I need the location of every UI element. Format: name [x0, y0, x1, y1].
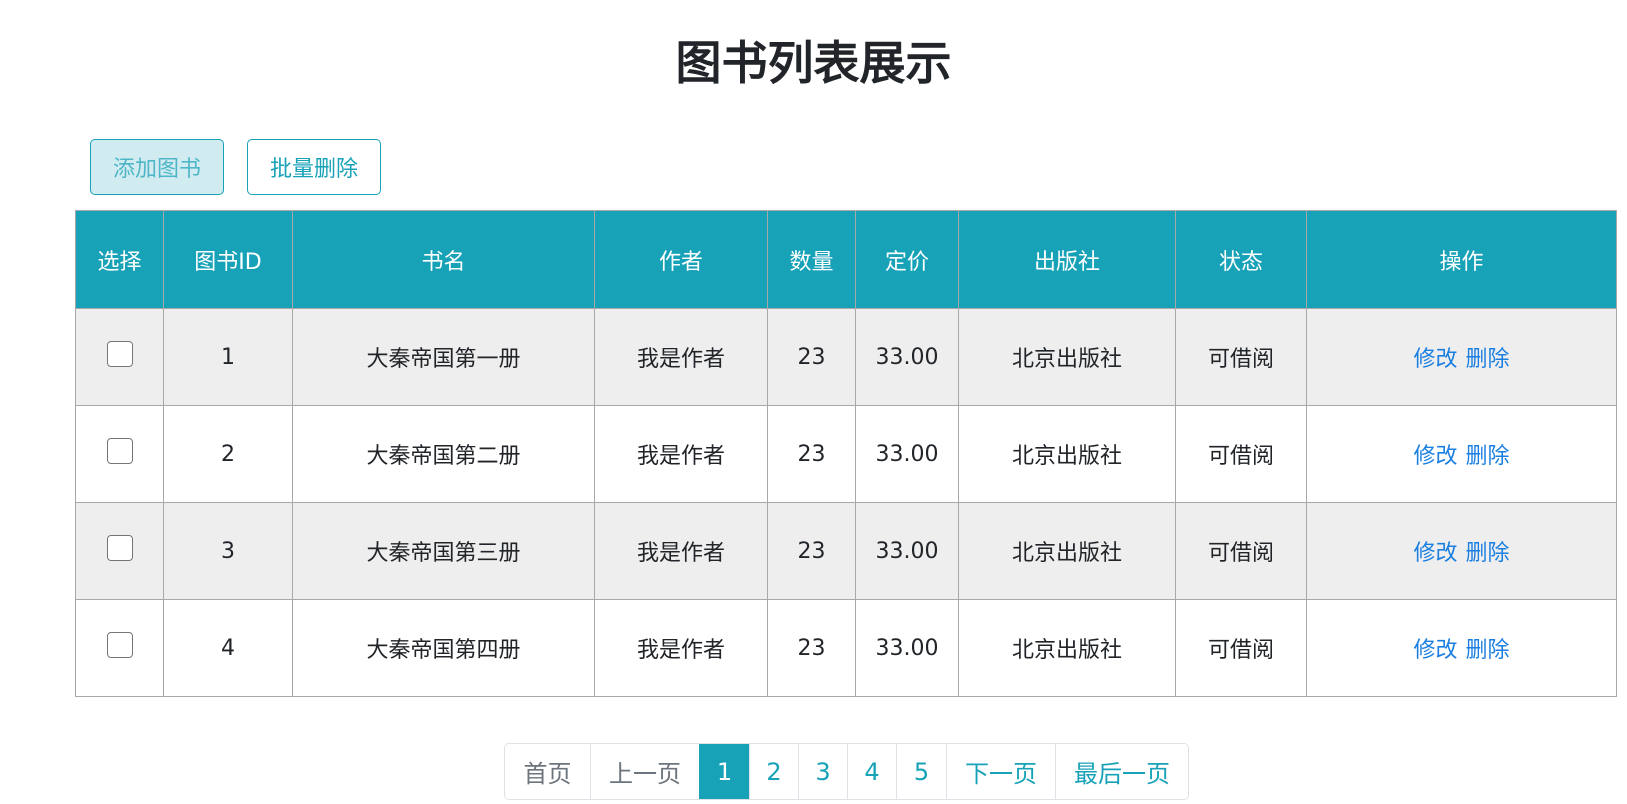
count-cell: 23 — [767, 405, 856, 503]
header-select: 选择 — [75, 210, 164, 309]
select-cell — [75, 405, 164, 503]
pagination: 首页 上一页 1 2 3 4 5 下一页 最后一页 — [504, 743, 1189, 800]
publisher-cell: 北京出版社 — [958, 502, 1176, 600]
status-cell: 可借阅 — [1175, 502, 1307, 600]
select-cell — [75, 502, 164, 600]
edit-link[interactable]: 修改 — [1413, 541, 1457, 566]
table-row: 3 大秦帝国第三册 我是作者 23 33.00 北京出版社 可借阅 修改 删除 — [75, 502, 1617, 600]
select-cell — [75, 308, 164, 406]
status-cell: 可借阅 — [1175, 405, 1307, 503]
add-book-button[interactable]: 添加图书 — [90, 139, 224, 195]
table-row: 4 大秦帝国第四册 我是作者 23 33.00 北京出版社 可借阅 修改 删除 — [75, 599, 1617, 697]
price-cell: 33.00 — [855, 502, 959, 600]
row-checkbox[interactable] — [106, 341, 133, 367]
header-count: 数量 — [767, 210, 856, 309]
pagination-page-2[interactable]: 2 — [749, 744, 798, 799]
price-cell: 33.00 — [855, 405, 959, 503]
header-actions: 操作 — [1306, 210, 1617, 309]
edit-link[interactable]: 修改 — [1413, 347, 1457, 372]
price-cell: 33.00 — [855, 599, 959, 697]
actions-cell: 修改 删除 — [1306, 502, 1617, 600]
book-name-cell: 大秦帝国第二册 — [292, 405, 595, 503]
table-row: 1 大秦帝国第一册 我是作者 23 33.00 北京出版社 可借阅 修改 删除 — [75, 308, 1617, 406]
author-cell: 我是作者 — [594, 405, 768, 503]
author-cell: 我是作者 — [594, 599, 768, 697]
author-cell: 我是作者 — [594, 308, 768, 406]
price-cell: 33.00 — [855, 308, 959, 406]
status-cell: 可借阅 — [1175, 308, 1307, 406]
pagination-next[interactable]: 下一页 — [946, 744, 1055, 799]
publisher-cell: 北京出版社 — [958, 405, 1176, 503]
header-status: 状态 — [1175, 210, 1307, 309]
page-title: 图书列表展示 — [675, 36, 952, 90]
batch-delete-button[interactable]: 批量删除 — [247, 139, 381, 195]
table-header-row: 选择 图书ID 书名 作者 数量 定价 出版社 状态 操作 — [75, 210, 1617, 309]
actions-cell: 修改 删除 — [1306, 308, 1617, 406]
pagination-last[interactable]: 最后一页 — [1055, 744, 1188, 799]
book-name-cell: 大秦帝国第一册 — [292, 308, 595, 406]
header-author: 作者 — [594, 210, 768, 309]
row-checkbox[interactable] — [106, 535, 133, 561]
book-name-cell: 大秦帝国第三册 — [292, 502, 595, 600]
book-list-page: 图书列表展示 添加图书 批量删除 选择 图书ID 书名 作者 数量 定价 出版社 — [0, 0, 1627, 804]
actions-cell: 修改 删除 — [1306, 599, 1617, 697]
header-price: 定价 — [855, 210, 959, 309]
book-id-cell: 1 — [163, 308, 293, 406]
row-checkbox[interactable] — [106, 438, 133, 464]
pagination-prev[interactable]: 上一页 — [590, 744, 699, 799]
actions-cell: 修改 删除 — [1306, 405, 1617, 503]
pagination-first[interactable]: 首页 — [505, 744, 590, 799]
count-cell: 23 — [767, 308, 856, 406]
delete-link[interactable]: 删除 — [1466, 541, 1510, 566]
count-cell: 23 — [767, 502, 856, 600]
book-id-cell: 3 — [163, 502, 293, 600]
header-publisher: 出版社 — [958, 210, 1176, 309]
header-book-name: 书名 — [292, 210, 595, 309]
pagination-page-3[interactable]: 3 — [798, 744, 847, 799]
table-row: 2 大秦帝国第二册 我是作者 23 33.00 北京出版社 可借阅 修改 删除 — [75, 405, 1617, 503]
publisher-cell: 北京出版社 — [958, 308, 1176, 406]
publisher-cell: 北京出版社 — [958, 599, 1176, 697]
status-cell: 可借阅 — [1175, 599, 1307, 697]
book-name-cell: 大秦帝国第四册 — [292, 599, 595, 697]
header-book-id: 图书ID — [163, 210, 293, 309]
pagination-page-5[interactable]: 5 — [896, 744, 946, 799]
select-cell — [75, 599, 164, 697]
delete-link[interactable]: 删除 — [1466, 638, 1510, 663]
author-cell: 我是作者 — [594, 502, 768, 600]
delete-link[interactable]: 删除 — [1466, 347, 1510, 372]
book-id-cell: 2 — [163, 405, 293, 503]
pagination-page-1[interactable]: 1 — [699, 744, 749, 799]
count-cell: 23 — [767, 599, 856, 697]
book-table: 选择 图书ID 书名 作者 数量 定价 出版社 状态 操作 1 大秦帝国第一册 … — [75, 210, 1617, 697]
pagination-page-4[interactable]: 4 — [847, 744, 896, 799]
row-checkbox[interactable] — [106, 632, 133, 658]
edit-link[interactable]: 修改 — [1413, 444, 1457, 469]
book-id-cell: 4 — [163, 599, 293, 697]
edit-link[interactable]: 修改 — [1413, 638, 1457, 663]
delete-link[interactable]: 删除 — [1466, 444, 1510, 469]
